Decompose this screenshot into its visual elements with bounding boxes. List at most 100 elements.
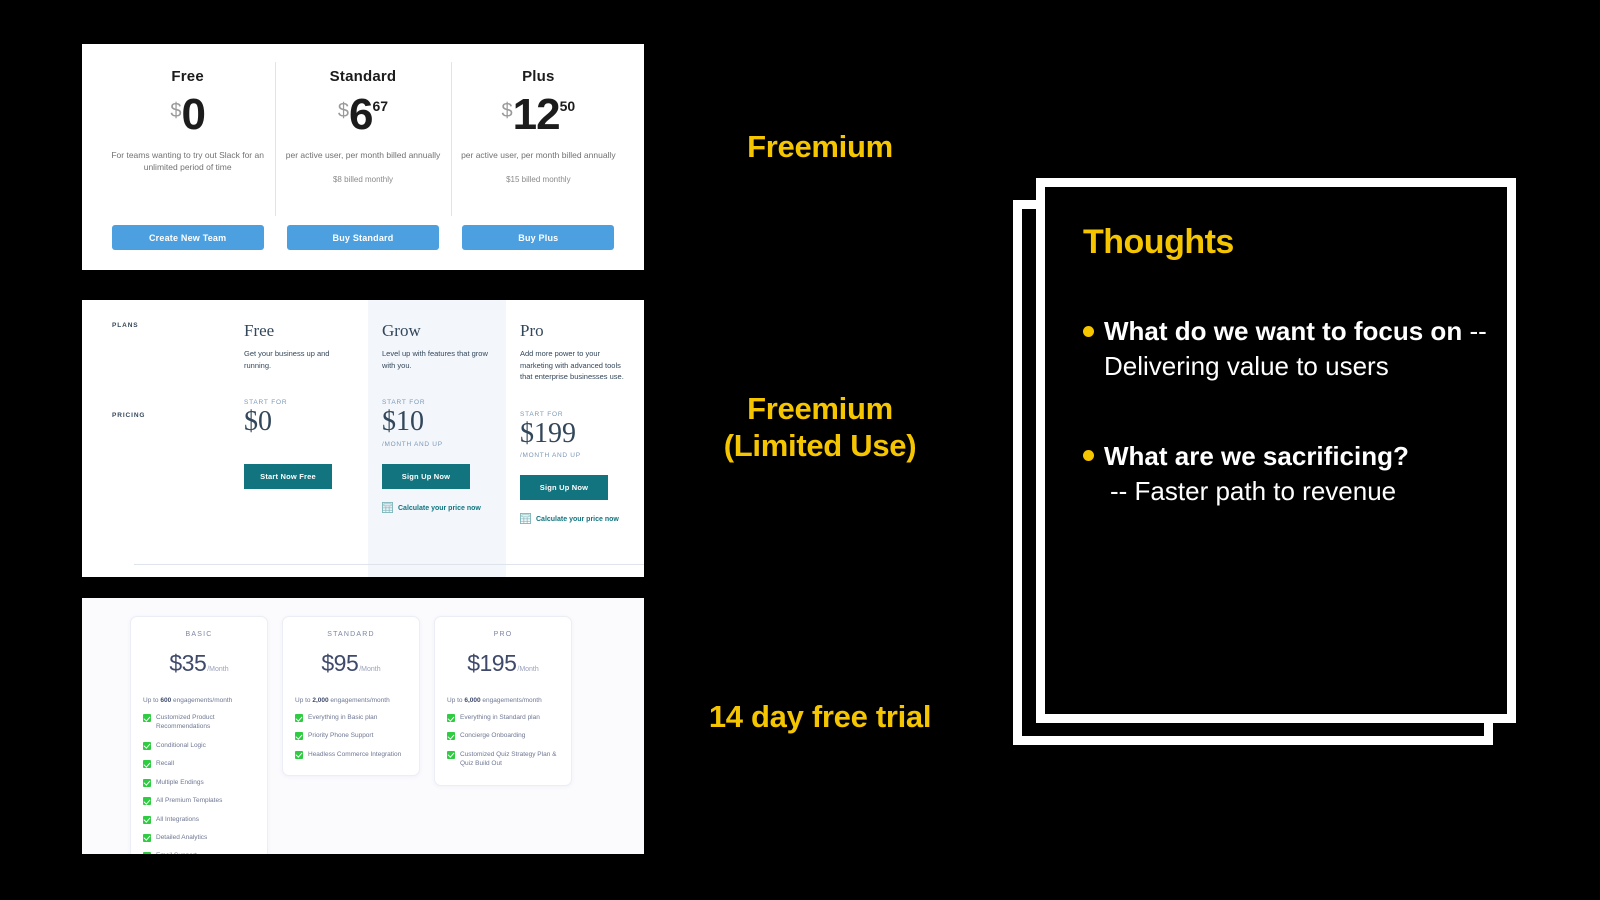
plan-description: For teams wanting to try out Slack for a…	[111, 150, 264, 173]
annotation-free-trial: 14 day free trial	[708, 699, 932, 734]
plan-amount: $0	[244, 406, 272, 438]
create-new-team-button[interactable]: Create New Team	[111, 225, 264, 250]
currency-symbol: $	[170, 100, 182, 122]
bullet-icon	[1083, 326, 1094, 337]
pricing-card-standard: STANDARD $95 /Month Up to 2,000 engageme…	[282, 616, 420, 777]
pricing-row-label: PRICING	[112, 412, 146, 419]
thoughts-question: What are we sacrificing?	[1104, 440, 1409, 471]
annotation-line-1: Freemium	[747, 391, 893, 426]
calculate-price-link[interactable]: Calculate your price now	[382, 501, 492, 515]
feature-label: Customized Quiz Strategy Plan & Quiz Bui…	[460, 750, 557, 768]
thoughts-answer: -- Faster path to revenue	[1110, 476, 1397, 507]
check-icon	[295, 732, 303, 741]
currency-symbol: $	[501, 100, 513, 122]
engagements-suffix: engagements/month	[480, 697, 542, 704]
check-icon	[143, 714, 151, 722]
check-icon	[143, 815, 151, 824]
check-icon	[447, 750, 455, 759]
card-amount: $35	[169, 650, 207, 676]
hubspot-row-labels: PLANS PRICING	[82, 300, 230, 577]
plan-price: $ 6 67	[338, 93, 388, 137]
thoughts-title: Thoughts	[1083, 223, 1234, 261]
sign-up-now-button[interactable]: Sign Up Now	[520, 475, 608, 501]
feature-item: Priority Phone Support	[295, 731, 407, 741]
plan-billing-note: $8 billed monthly	[332, 175, 394, 185]
engagements-prefix: Up to	[295, 697, 313, 704]
start-for-label: START FOR	[382, 399, 426, 407]
card-price: $95 /Month	[295, 650, 407, 677]
check-icon	[447, 732, 455, 741]
engagements-value: 6,000	[464, 697, 481, 704]
engagements-note: Up to 2,000 engagements/month	[295, 697, 407, 704]
card-price: $35 /Month	[143, 650, 255, 677]
table-divider	[134, 564, 644, 565]
thoughts-panel: Thoughts What do we want to focus on -- …	[1036, 178, 1516, 723]
check-icon	[143, 797, 151, 806]
calculate-price-link[interactable]: Calculate your price now	[520, 513, 630, 526]
slack-pricing-screenshot: Free $ 0 For teams wanting to try out Sl…	[82, 44, 644, 270]
hubspot-plan-pro: Pro Add more power to your marketing wit…	[506, 300, 644, 577]
plans-row-label: PLANS	[112, 322, 139, 329]
price-amount: 12	[512, 90, 561, 139]
sign-up-now-button[interactable]: Sign Up Now	[382, 463, 470, 489]
thoughts-item-text: What are we sacrificing? -- Faster path t…	[1104, 439, 1409, 510]
annotation-line-2: (Limited Use)	[723, 428, 917, 464]
feature-item: Everything in Standard plan	[447, 713, 559, 722]
thoughts-item-text: What do we want to focus on -- Deliverin…	[1104, 314, 1491, 385]
plan-period: /MONTH AND UP	[520, 452, 581, 460]
currency-symbol: $	[337, 100, 350, 122]
feature-label: All Integrations	[156, 815, 199, 823]
plan-name: Pro	[520, 321, 544, 340]
plan-description: per active user, per month billed annual…	[285, 150, 441, 160]
plan-description: per active user, per month billed annual…	[461, 150, 616, 160]
pricing-card-basic: BASIC $35 /Month Up to 600 engagements/m…	[130, 616, 268, 854]
card-pricing-screenshot: BASIC $35 /Month Up to 600 engagements/m…	[82, 598, 644, 854]
start-now-free-button[interactable]: Start Now Free	[244, 463, 332, 489]
calculator-icon	[382, 501, 393, 515]
check-icon	[295, 714, 303, 722]
engagements-prefix: Up to	[143, 697, 161, 704]
card-price: $195 /Month	[447, 650, 559, 677]
check-icon	[447, 714, 455, 722]
card-plan-name: PRO	[493, 631, 513, 638]
thoughts-item: What do we want to focus on -- Deliverin…	[1083, 314, 1491, 385]
plan-price: $ 12 50	[501, 93, 575, 137]
thoughts-item: What are we sacrificing? -- Faster path t…	[1083, 439, 1491, 510]
thoughts-question: What do we want to focus on	[1104, 316, 1463, 346]
buy-standard-button[interactable]: Buy Standard	[286, 225, 439, 250]
feature-label: Conditional Logic	[156, 741, 206, 749]
engagements-prefix: Up to	[447, 697, 465, 704]
slide-canvas: Free $ 0 For teams wanting to try out Sl…	[0, 0, 1600, 900]
engagements-note: Up to 600 engagements/month	[143, 697, 255, 704]
feature-label: Recall	[156, 760, 175, 768]
feature-label: Multiple Endings	[156, 778, 204, 786]
card-period: /Month	[207, 666, 229, 673]
engagements-value: 2,000	[312, 697, 329, 704]
plan-name: Free	[171, 68, 204, 85]
plan-price: $ 0	[170, 93, 206, 137]
check-icon	[143, 833, 151, 842]
plan-name: Free	[244, 321, 275, 340]
feature-item: Multiple Endings	[143, 778, 255, 787]
feature-list: Customized Product Recommendations Condi…	[143, 713, 255, 854]
hubspot-plan-free: Free Get your business up and running. S…	[230, 300, 368, 577]
card-amount: $95	[321, 650, 359, 676]
feature-list: Everything in Basic plan Priority Phone …	[295, 713, 407, 759]
plan-blurb: Level up with features that grow with yo…	[382, 349, 488, 370]
feature-label: Email Support	[156, 851, 197, 854]
plan-period: /MONTH AND UP	[382, 440, 443, 448]
feature-list: Everything in Standard plan Concierge On…	[447, 713, 559, 769]
plan-amount: $199	[520, 417, 576, 449]
price-amount: 6	[349, 90, 374, 139]
plan-billing-note: $15 billed monthly	[506, 175, 571, 185]
plan-name: Grow	[382, 321, 421, 340]
feature-item: Email Support	[143, 851, 255, 854]
buy-plus-button[interactable]: Buy Plus	[462, 225, 615, 250]
feature-item: Customized Product Recommendations	[143, 713, 255, 732]
card-period: /Month	[517, 666, 539, 673]
feature-item: Everything in Basic plan	[295, 713, 407, 722]
feature-label: Concierge Onboarding	[460, 732, 526, 740]
check-icon	[295, 750, 303, 759]
pricing-card-row: BASIC $35 /Month Up to 600 engagements/m…	[82, 598, 644, 854]
feature-label: Everything in Basic plan	[308, 714, 378, 721]
